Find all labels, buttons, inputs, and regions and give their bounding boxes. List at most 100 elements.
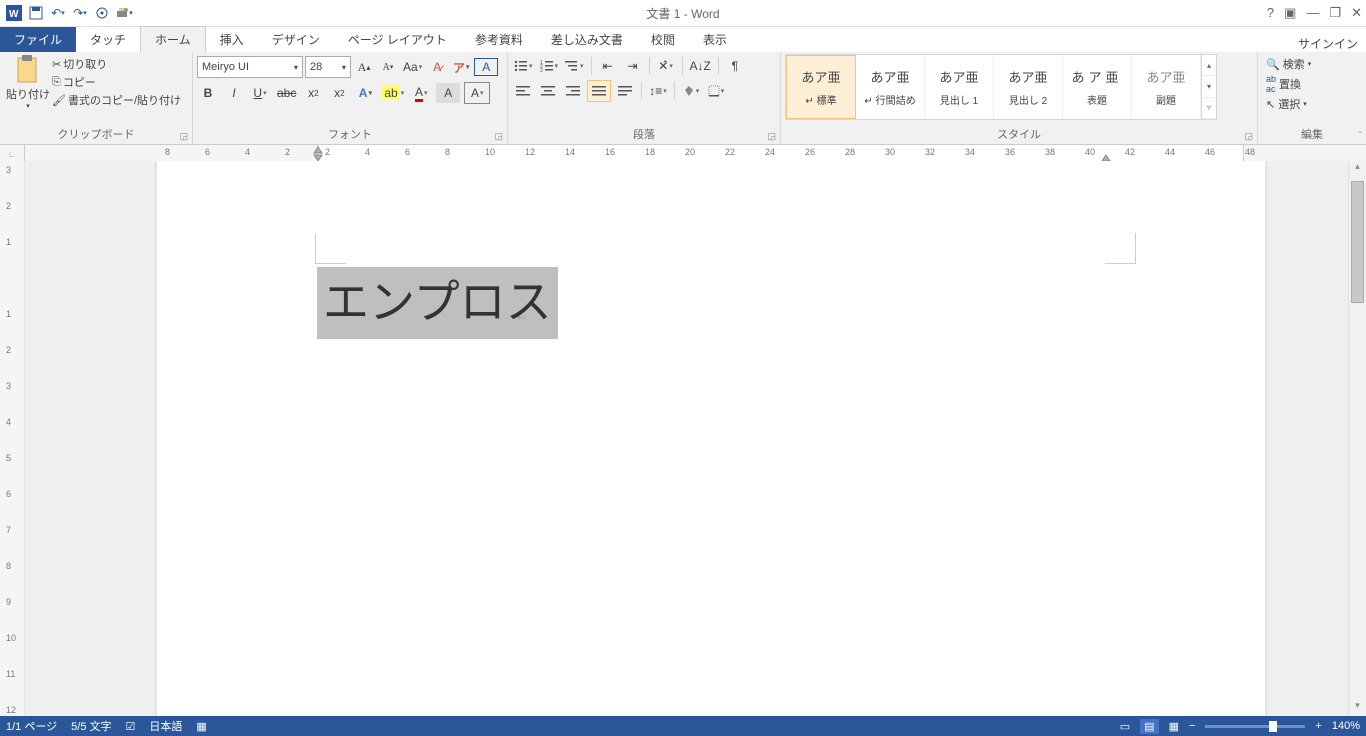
style-heading2[interactable]: あア亜見出し 2 (994, 55, 1063, 119)
bullets-button[interactable] (512, 56, 535, 76)
font-size-combo[interactable]: 28▾ (305, 56, 351, 78)
superscript-button[interactable]: x2 (328, 83, 350, 103)
quick-print-button[interactable]: ▾ (114, 3, 134, 23)
vertical-scrollbar[interactable]: ▴ ▾ (1348, 161, 1366, 716)
brush-icon: 🖌 (52, 94, 66, 107)
tab-touch[interactable]: タッチ (76, 27, 140, 52)
shrink-font-button[interactable]: A▾ (377, 57, 399, 77)
view-read-button[interactable]: ▭ (1120, 720, 1130, 733)
phonetic-guide-button[interactable]: ア (450, 57, 472, 77)
increase-indent-button[interactable]: ⇥ (622, 56, 644, 76)
scroll-down-button[interactable]: ▾ (1349, 700, 1366, 716)
language-status[interactable]: 日本語 (149, 718, 182, 734)
strikethrough-button[interactable]: abc (275, 83, 298, 103)
page[interactable]: エンプロス ↵ (157, 161, 1265, 716)
borders-button[interactable] (705, 81, 727, 101)
word-count[interactable]: 5/5 文字 (71, 718, 111, 734)
align-left-button[interactable] (512, 81, 534, 101)
vertical-ruler[interactable]: 321123456789101112 (0, 161, 25, 716)
justify-button[interactable] (587, 80, 611, 102)
tab-layout[interactable]: ページ レイアウト (334, 27, 461, 52)
align-center-button[interactable] (537, 81, 559, 101)
style-nospacing[interactable]: あア亜↵ 行間詰め (856, 55, 925, 119)
clipboard-group-label: クリップボード (58, 129, 135, 141)
line-spacing-button[interactable]: ↕≡ (647, 81, 669, 101)
font-name-combo[interactable]: Meiryo UI▾ (197, 56, 303, 78)
italic-button[interactable]: I (223, 83, 245, 103)
enclose-char-button[interactable]: A (474, 58, 498, 76)
redo-button[interactable]: ↷▾ (70, 3, 90, 23)
help-button[interactable]: ? (1267, 5, 1274, 21)
numbering-button[interactable]: 123 (538, 56, 561, 76)
paste-button[interactable]: 貼り付け ▾ (4, 54, 52, 110)
highlight-button[interactable]: ab (380, 83, 406, 103)
zoom-out-button[interactable]: − (1189, 720, 1195, 732)
styles-launcher[interactable]: ◲ (1244, 131, 1253, 142)
styles-scroll-down[interactable]: ▾ (1202, 76, 1216, 97)
touch-mode-button[interactable] (92, 3, 112, 23)
distribute-button[interactable] (614, 81, 636, 101)
sign-in-link[interactable]: サインイン (1298, 35, 1358, 52)
tab-mailmerge[interactable]: 差し込み文書 (537, 27, 637, 52)
multilevel-button[interactable] (563, 56, 586, 76)
page-status[interactable]: 1/1 ページ (6, 718, 57, 734)
align-right-button[interactable] (562, 81, 584, 101)
text-effects-button[interactable]: A (354, 83, 376, 103)
subscript-button[interactable]: x2 (302, 83, 324, 103)
replace-button[interactable]: abac置換 (1266, 74, 1311, 94)
clipboard-launcher[interactable]: ◲ (179, 131, 188, 142)
document-canvas[interactable]: エンプロス ↵ (25, 161, 1348, 716)
underline-button[interactable]: U (249, 83, 271, 103)
save-button[interactable] (26, 3, 46, 23)
asian-layout-button[interactable]: ✕̂ (655, 56, 677, 76)
undo-button[interactable]: ↶▾ (48, 3, 68, 23)
clear-format-button[interactable]: A̷ (426, 57, 448, 77)
select-button[interactable]: ↖選択▾ (1266, 96, 1311, 112)
selected-text[interactable]: エンプロス (317, 267, 558, 339)
view-web-button[interactable]: ▦ (1169, 720, 1179, 733)
minimize-button[interactable]: ― (1306, 5, 1319, 21)
styles-expand[interactable]: ▿ (1202, 98, 1216, 119)
styles-scroll-up[interactable]: ▴ (1202, 55, 1216, 76)
grow-font-button[interactable]: A▴ (353, 57, 375, 77)
bold-button[interactable]: B (197, 83, 219, 103)
close-button[interactable]: ✕ (1351, 5, 1362, 21)
proofing-icon[interactable]: ☑ (126, 720, 136, 733)
copy-button[interactable]: ⎘コピー (52, 74, 181, 90)
ribbon-options-button[interactable]: ▣ (1284, 5, 1296, 21)
paragraph-launcher[interactable]: ◲ (767, 131, 776, 142)
decrease-indent-button[interactable]: ⇤ (597, 56, 619, 76)
show-marks-button[interactable]: ¶ (724, 56, 746, 76)
zoom-slider[interactable] (1205, 725, 1305, 728)
tab-view[interactable]: 表示 (689, 27, 741, 52)
zoom-in-button[interactable]: + (1315, 720, 1321, 732)
macro-icon[interactable]: ▦ (196, 720, 206, 733)
style-heading1[interactable]: あア亜見出し 1 (925, 55, 994, 119)
collapse-ribbon-button[interactable]: ˇ (1359, 131, 1362, 142)
tab-review[interactable]: 校閲 (637, 27, 689, 52)
restore-button[interactable]: ❐ (1329, 5, 1341, 21)
find-button[interactable]: 🔍検索▾ (1266, 56, 1311, 72)
shading-button[interactable] (680, 81, 702, 101)
cut-button[interactable]: ✂切り取り (52, 56, 181, 72)
view-print-button[interactable]: ▤ (1140, 719, 1158, 734)
format-painter-button[interactable]: 🖌書式のコピー/貼り付け (52, 92, 181, 108)
zoom-level[interactable]: 140% (1332, 720, 1360, 732)
style-normal[interactable]: あア亜↵ 標準 (786, 55, 856, 119)
tab-insert[interactable]: 挿入 (206, 27, 258, 52)
char-border-button[interactable]: A (464, 82, 490, 104)
tab-references[interactable]: 参考資料 (461, 27, 537, 52)
scroll-thumb[interactable] (1351, 181, 1364, 303)
style-title[interactable]: あア亜表題 (1063, 55, 1132, 119)
tab-file[interactable]: ファイル (0, 27, 76, 52)
style-subtitle[interactable]: あア亜副題 (1132, 55, 1201, 119)
scroll-up-button[interactable]: ▴ (1349, 161, 1366, 177)
font-color-button[interactable]: A (410, 83, 432, 103)
change-case-button[interactable]: Aa (401, 57, 424, 77)
font-launcher[interactable]: ◲ (494, 131, 503, 142)
char-shading-button[interactable]: A (436, 83, 460, 103)
tab-design[interactable]: デザイン (258, 27, 334, 52)
tab-home[interactable]: ホーム (140, 26, 206, 53)
sort-button[interactable]: A↓Z (688, 56, 713, 76)
zoom-thumb[interactable] (1269, 721, 1277, 732)
